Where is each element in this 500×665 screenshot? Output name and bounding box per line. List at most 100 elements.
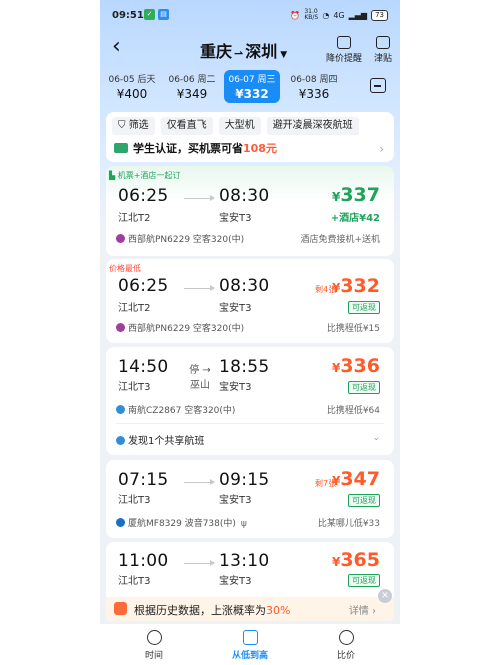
arrival-time: 08:30: [219, 186, 270, 206]
date-strip: 06-05 后天 ¥400 06-06 周二 ¥349 06-07 周三 ¥33…: [100, 70, 400, 104]
bell-plus-icon: [336, 36, 351, 49]
price-trend-banner[interactable]: 根据历史数据，上涨概率为30% 详情 › ✕: [106, 589, 394, 621]
close-icon[interactable]: ✕: [378, 589, 392, 603]
signal-label: 4G: [333, 10, 345, 20]
departure-airport: 江北T2: [118, 303, 151, 314]
banner-text: 根据历史数据，上涨概率为30%: [134, 602, 290, 618]
stick-button[interactable]: 津贴: [374, 36, 392, 64]
flight-arrow: [184, 195, 215, 201]
price-value: 365: [340, 549, 380, 571]
hotel-icon: ▙: [109, 171, 118, 180]
departure-airport: 江北T3: [118, 576, 151, 587]
lowest-price-tag: 价格最低: [109, 264, 141, 273]
flight-card[interactable]: 14:50 江北T3 停 → 巫山 18:55 宝安T3 ¥336 可返现 南航C…: [106, 347, 394, 455]
departure-time: 11:00: [118, 551, 169, 571]
tab-price-low-to-high[interactable]: 从低到高: [220, 630, 280, 661]
chevron-down-icon[interactable]: ⌄: [372, 433, 380, 443]
details-label: 详情: [348, 606, 369, 617]
date-price: ¥332: [235, 87, 269, 101]
arrival-time: 09:15: [219, 470, 270, 490]
cashback-badge: 可返现: [348, 574, 380, 587]
app-notification-icon: ▤: [158, 9, 169, 20]
banner-message: 根据历史数据，上涨概率为: [134, 604, 266, 617]
network-speed: 31.0 KB/S: [304, 8, 319, 21]
price-alert-button[interactable]: 降价提醒: [326, 36, 362, 64]
date-price: ¥400: [116, 87, 148, 101]
flight-card[interactable]: ▙ 机票+酒店一起订 06:25 江北T2 08:30 宝安T3 ¥337 +酒…: [106, 166, 394, 256]
date-text: 06-08: [290, 75, 317, 85]
tag-text: 机票+酒店一起订: [117, 171, 181, 180]
price-value: 337: [340, 184, 380, 206]
flight-search-screen: 09:51 ✓ ▤ ⏰ 31.0 KB/S ◔ 4G ▂▄▆ 73 ‹ 重庆 ⇀ 深…: [100, 0, 400, 665]
chip-label: 筛选: [128, 120, 149, 131]
calendar-icon[interactable]: [370, 78, 386, 93]
bundle-tag: ▙ 机票+酒店一起订: [109, 170, 180, 181]
tab-compare[interactable]: 比价: [316, 630, 376, 661]
graduation-cap-icon: [114, 143, 128, 153]
departure-time: 06:25: [118, 186, 169, 206]
filter-chip-large-plane[interactable]: 大型机: [218, 117, 261, 135]
clock-icon: [146, 630, 162, 645]
date-price: ¥349: [176, 87, 208, 101]
flight-card[interactable]: 11:00 江北T3 13:10 宝安T3 ¥365 可返现: [106, 542, 394, 602]
day-text: 周三: [257, 75, 276, 85]
departure-airport: 江北T3: [118, 495, 151, 506]
date-option-selected[interactable]: 06-07 周三 ¥332: [224, 70, 280, 103]
status-time: 09:51: [112, 10, 144, 21]
bottom-sort-bar: 时间 从低到高 比价: [100, 624, 400, 665]
wallet-icon: [375, 36, 390, 49]
airline-text: 南航CZ2867 空客320(中): [128, 406, 236, 416]
origin-city: 重庆: [200, 42, 233, 61]
filter-chip-direct[interactable]: 仅看直飞: [160, 117, 213, 135]
tab-time[interactable]: 时间: [124, 630, 184, 661]
airline-text: 西部航PN6229 空客320(中): [128, 235, 245, 245]
day-text: 后天: [137, 75, 156, 85]
back-icon[interactable]: ‹: [112, 34, 121, 60]
route-selector[interactable]: 重庆 ⇀ 深圳 ▼: [200, 38, 287, 62]
airline-text: 西部航PN6229 空客320(中): [128, 324, 245, 334]
date-option[interactable]: 06-08 周四 ¥336: [286, 70, 342, 103]
stick-label: 津贴: [373, 54, 392, 64]
meal-icon: ψ: [240, 519, 247, 529]
tab-label: 时间: [144, 651, 163, 661]
details-link[interactable]: 详情 ›: [349, 602, 376, 617]
yen-sort-icon: [242, 630, 258, 645]
tab-label: 比价: [336, 651, 355, 661]
status-icons: ⏰ 31.0 KB/S ◔ 4G ▂▄▆ 73: [290, 9, 388, 21]
arrival-airport: 宝安T3: [219, 495, 252, 506]
date-option[interactable]: 06-05 后天 ¥400: [104, 70, 160, 103]
promo-text: 学生认证，买机票可省: [133, 142, 243, 155]
divider: [116, 423, 384, 424]
chevron-right-icon: ›: [379, 142, 384, 156]
date-option[interactable]: 06-06 周二 ¥349: [164, 70, 220, 103]
flight-price: ¥337: [332, 184, 380, 206]
flight-price: ¥365: [332, 549, 380, 571]
flight-price: ¥347: [332, 468, 380, 490]
flight-price: ¥332: [332, 275, 380, 297]
flight-arrow: [184, 285, 215, 291]
flight-card[interactable]: 价格最低 06:25 江北T2 08:30 宝安T3 剩4张 ¥332 可返现 …: [106, 259, 394, 343]
filter-chips: ⛉ 筛选 仅看直飞 大型机 避开凌晨深夜航班: [112, 117, 359, 135]
price-value: 332: [340, 275, 380, 297]
arrival-time: 08:30: [219, 276, 270, 296]
stopover: 停 → 巫山: [189, 365, 211, 391]
shared-flight-toggle[interactable]: 发现1个共享航班: [116, 432, 204, 447]
flight-card[interactable]: 07:15 江北T3 09:15 宝安T3 剩7张 ¥347 可返现 厦航MF8…: [106, 460, 394, 538]
arrival-time: 13:10: [219, 551, 270, 571]
student-promo[interactable]: 学生认证，买机票可省108元: [114, 140, 277, 156]
destination-city: 深圳: [245, 42, 278, 61]
filter-chip-avoid-night[interactable]: 避开凌晨深夜航班: [266, 117, 359, 135]
alarm-icon: ⏰: [290, 10, 301, 20]
price-alert-label: 降价提醒: [325, 54, 362, 64]
tab-label: 从低到高: [231, 651, 268, 661]
app-notification-icon: ✓: [144, 9, 155, 20]
cashback-badge: 可返现: [348, 301, 380, 314]
shared-text: 发现1个共享航班: [128, 436, 205, 447]
arrival-airport: 宝安T3: [219, 576, 252, 587]
rise-percent: 30%: [266, 604, 291, 617]
day-text: 周二: [197, 75, 216, 85]
filter-chip-filter[interactable]: ⛉ 筛选: [112, 117, 155, 135]
departure-time: 14:50: [118, 357, 169, 377]
wifi-icon: ◔: [322, 10, 330, 20]
cashback-badge: 可返现: [348, 494, 380, 507]
